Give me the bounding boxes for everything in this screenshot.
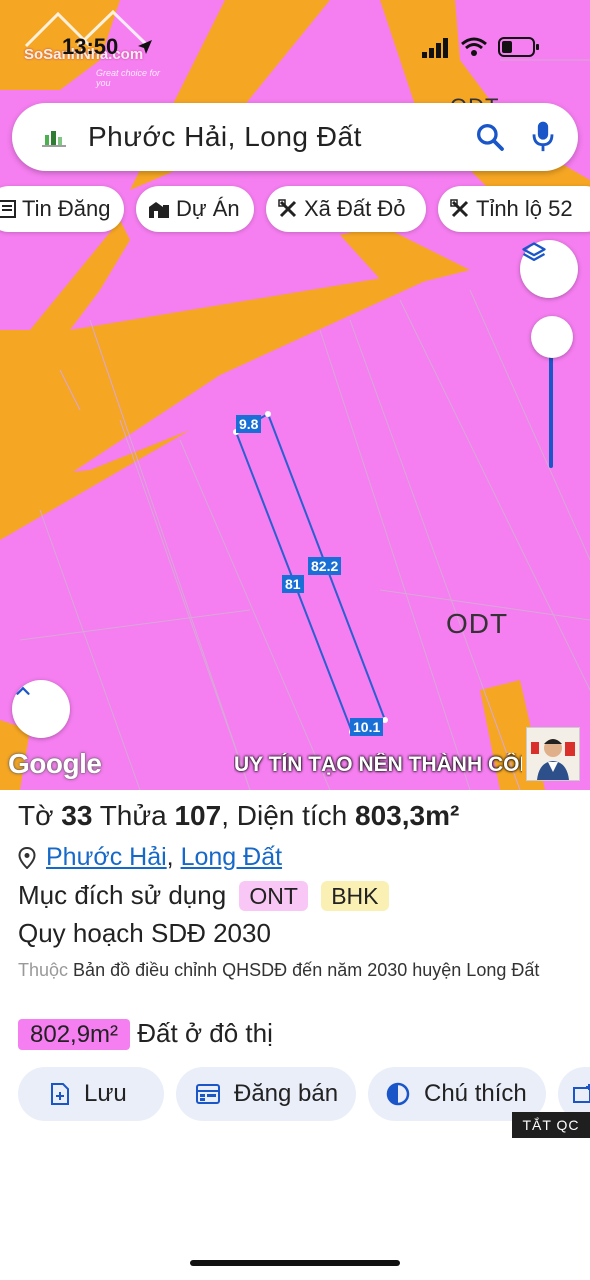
status-time: 13:50 bbox=[62, 34, 119, 59]
zoom-slider-knob[interactable] bbox=[531, 316, 573, 358]
google-attribution: Google bbox=[8, 748, 102, 779]
save-icon bbox=[50, 1082, 70, 1106]
dimension-left: 81 bbox=[282, 575, 304, 593]
land-use-label: Mục đích sử dụng bbox=[18, 880, 227, 910]
zoned-area-tag: 802,9m² bbox=[18, 1019, 131, 1050]
zoned-type: Đất ở đô thị bbox=[137, 1018, 273, 1048]
zone-label: ODT bbox=[446, 608, 509, 639]
sheet-label: Tờ bbox=[18, 800, 54, 831]
dimension-right: 82.2 bbox=[308, 557, 342, 575]
expand-sheet-button[interactable] bbox=[12, 680, 70, 738]
plot-number: 107 bbox=[174, 800, 222, 831]
layers-icon bbox=[522, 242, 546, 261]
location-separator: , bbox=[166, 843, 181, 871]
belongs-text: Bản đồ điều chỉnh QHSDĐ đến năm 2030 huy… bbox=[73, 960, 540, 980]
zoom-slider-track[interactable] bbox=[549, 350, 553, 468]
ward-link[interactable]: Phước Hải bbox=[46, 843, 167, 872]
dimension-top: 9.8 bbox=[236, 415, 262, 433]
filter-chip-label: Dự Án bbox=[176, 196, 240, 221]
close-x-icon bbox=[278, 199, 298, 219]
battery-icon bbox=[498, 37, 539, 57]
district-link[interactable]: Long Đất bbox=[181, 843, 282, 872]
wifi-icon bbox=[461, 37, 487, 56]
signal-icon bbox=[422, 38, 448, 58]
parcel-title: Tờ 33 Thửa 107, Diện tích 803,3m² bbox=[18, 800, 459, 832]
search-icon[interactable] bbox=[474, 121, 506, 153]
filter-chip-tinh-lo-52[interactable]: Tỉnh lộ 52 bbox=[438, 186, 590, 232]
chevron-up-icon bbox=[16, 686, 30, 695]
search-bar[interactable]: Phước Hải, Long Đất bbox=[12, 103, 578, 171]
save-button[interactable]: Lưu bbox=[18, 1067, 164, 1121]
parcel-location: Phước Hải, Long Đất bbox=[18, 843, 282, 872]
ad-ticker-text: UY TÍN TẠO NÊN THÀNH CÔNG bbox=[234, 753, 522, 776]
filter-chip-label: Tỉnh lộ 52 bbox=[476, 196, 573, 221]
news-icon bbox=[0, 199, 16, 219]
land-use-row: Mục đích sử dụng ONT BHK bbox=[18, 880, 389, 911]
filter-chip-label: Xã Đất Đỏ bbox=[304, 196, 406, 221]
sheet-number: 33 bbox=[61, 800, 93, 831]
location-arrow-icon bbox=[138, 40, 152, 54]
home-indicator[interactable] bbox=[190, 1260, 400, 1266]
close-x-icon bbox=[450, 199, 470, 219]
watermark-tagline: Great choice for you bbox=[96, 68, 161, 88]
filter-chip-tin-dang[interactable]: Tin Đăng bbox=[0, 186, 124, 232]
add-photo-icon bbox=[572, 1083, 590, 1105]
layers-button[interactable] bbox=[520, 240, 578, 298]
person-avatar-icon bbox=[531, 739, 575, 780]
filter-chip-xa-dat-do[interactable]: Xã Đất Đỏ bbox=[266, 186, 426, 232]
post-sale-button[interactable]: Đăng bán bbox=[176, 1067, 356, 1121]
dimension-bottom: 10.1 bbox=[350, 718, 384, 736]
filter-chip-du-an[interactable]: Dự Án bbox=[136, 186, 254, 232]
plot-label: Thửa bbox=[99, 800, 167, 831]
post-icon bbox=[196, 1083, 220, 1105]
legend-icon bbox=[386, 1082, 410, 1106]
title-separator: , bbox=[221, 800, 229, 831]
ad-video-thumbnail[interactable] bbox=[526, 727, 580, 781]
legend-label: Chú thích bbox=[424, 1080, 527, 1107]
plan-source-note: Thuộc Bản đồ điều chỉnh QHSDĐ đến năm 20… bbox=[18, 956, 578, 984]
land-use-tag-bhk[interactable]: BHK bbox=[321, 881, 389, 911]
belongs-prefix: Thuộc bbox=[18, 960, 69, 980]
status-bar: 13:50 bbox=[0, 30, 590, 66]
save-label: Lưu bbox=[84, 1080, 127, 1107]
microphone-icon[interactable] bbox=[530, 119, 556, 155]
plan-title: Quy hoạch SDĐ 2030 bbox=[18, 918, 271, 948]
land-use-tag-ont[interactable]: ONT bbox=[239, 881, 308, 911]
location-pin-icon bbox=[18, 846, 36, 869]
search-input[interactable]: Phước Hải, Long Đất bbox=[88, 121, 362, 153]
filter-chip-label: Tin Đăng bbox=[22, 196, 111, 221]
close-ad-button[interactable]: TẮT QC bbox=[512, 1112, 590, 1138]
app-logo-icon bbox=[42, 131, 66, 147]
area-label: Diện tích bbox=[236, 800, 348, 831]
post-sale-label: Đăng bán bbox=[234, 1080, 339, 1107]
zoned-area-row: 802,9m² Đất ở đô thị bbox=[18, 1018, 273, 1050]
building-icon bbox=[148, 199, 170, 219]
parcel-area: 803,3m² bbox=[355, 800, 460, 831]
